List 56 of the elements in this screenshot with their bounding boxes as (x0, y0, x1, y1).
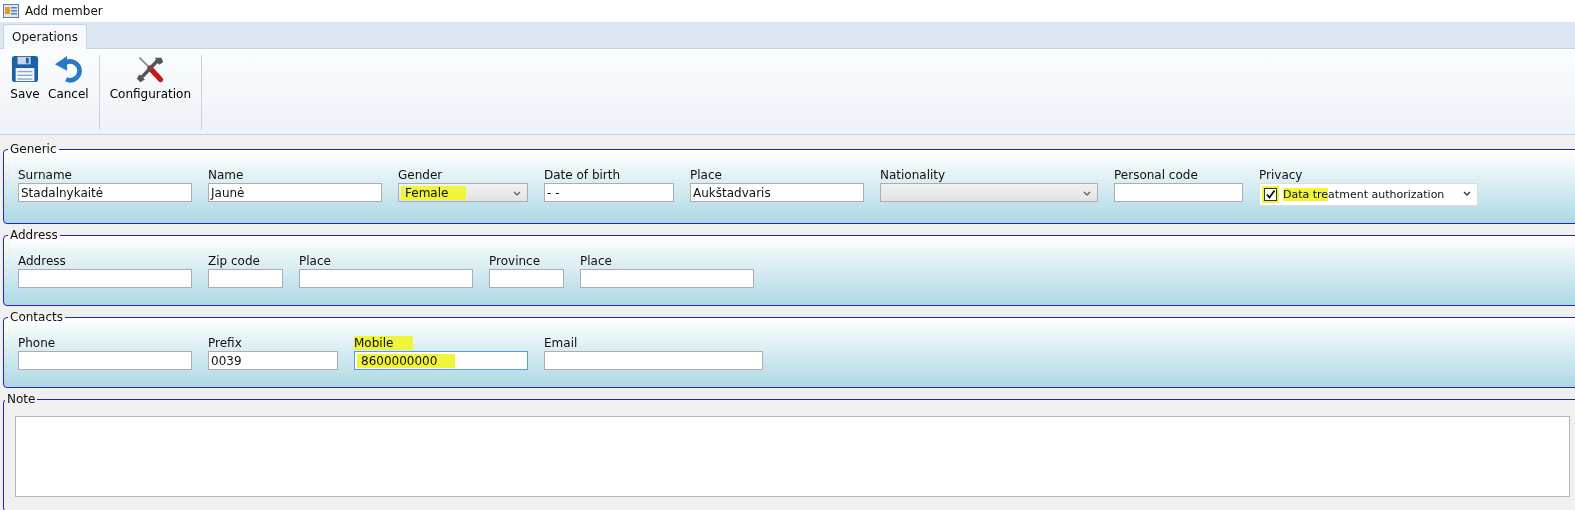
text-field[interactable] (18, 351, 192, 370)
field-label: Gender (398, 168, 444, 182)
field-value: - - (547, 185, 560, 200)
text-field[interactable] (544, 351, 763, 370)
field-label: Place (299, 254, 332, 268)
text-field[interactable]: - - (544, 183, 674, 202)
field-label: Surname (18, 168, 73, 182)
field-label: Prefix (208, 336, 243, 350)
text-field[interactable]: Stadalnykaitė (18, 183, 192, 202)
field-label: Nationality (880, 168, 947, 182)
save-button[interactable]: Save (8, 55, 42, 101)
field-label: Place (690, 168, 723, 182)
chevron-down-icon (1083, 191, 1091, 196)
field-label: Address (18, 254, 67, 268)
text-field[interactable] (580, 269, 754, 288)
text-field[interactable]: 0039 (208, 351, 338, 370)
field-label: Place (580, 254, 613, 268)
group-title: Generic (9, 142, 58, 156)
field-value: 8600000000 (357, 353, 456, 368)
chevron-down-icon (513, 191, 521, 196)
text-field[interactable]: Aukštadvaris (690, 183, 864, 202)
text-field[interactable]: Jaunė (208, 183, 382, 202)
window-title: Add member (25, 4, 103, 18)
text-field[interactable] (208, 269, 283, 288)
note-field[interactable] (15, 416, 1570, 497)
field-label: Zip code (208, 254, 261, 268)
field-label: Date of birth (544, 168, 622, 182)
chevron-down-icon (1463, 191, 1471, 196)
configuration-button[interactable]: Configuration (107, 55, 194, 101)
text-field[interactable] (489, 269, 564, 288)
field-value: Jaunė (211, 185, 245, 200)
undo-arrow-icon (52, 55, 85, 83)
group-title: Contacts (9, 310, 64, 324)
field-value: Aukštadvaris (693, 185, 771, 200)
text-field[interactable] (18, 269, 192, 288)
text-field[interactable] (1114, 183, 1243, 202)
checkbox[interactable] (1264, 188, 1277, 201)
field-label: Phone (18, 336, 57, 350)
field-label: Privacy (1259, 168, 1304, 182)
text-field[interactable]: 8600000000 (354, 351, 528, 370)
dropdown-field[interactable] (880, 183, 1098, 202)
dropdown-field[interactable]: Female (398, 183, 528, 202)
app-icon (3, 4, 19, 18)
group-title: Note (6, 392, 37, 406)
field-label: Email (544, 336, 579, 350)
group-title: Address (9, 228, 59, 242)
field-value: Stadalnykaitė (21, 185, 104, 200)
field-value: 0039 (211, 353, 242, 368)
field-value: Female (401, 185, 467, 200)
field-label: Mobile (354, 336, 414, 350)
field-label: Personal code (1114, 168, 1199, 182)
text-field[interactable] (299, 269, 473, 288)
field-label: Province (489, 254, 542, 268)
field-label: Name (208, 168, 245, 182)
cancel-button[interactable]: Cancel (46, 55, 91, 101)
ribbon-tab[interactable]: Operations (3, 24, 87, 49)
